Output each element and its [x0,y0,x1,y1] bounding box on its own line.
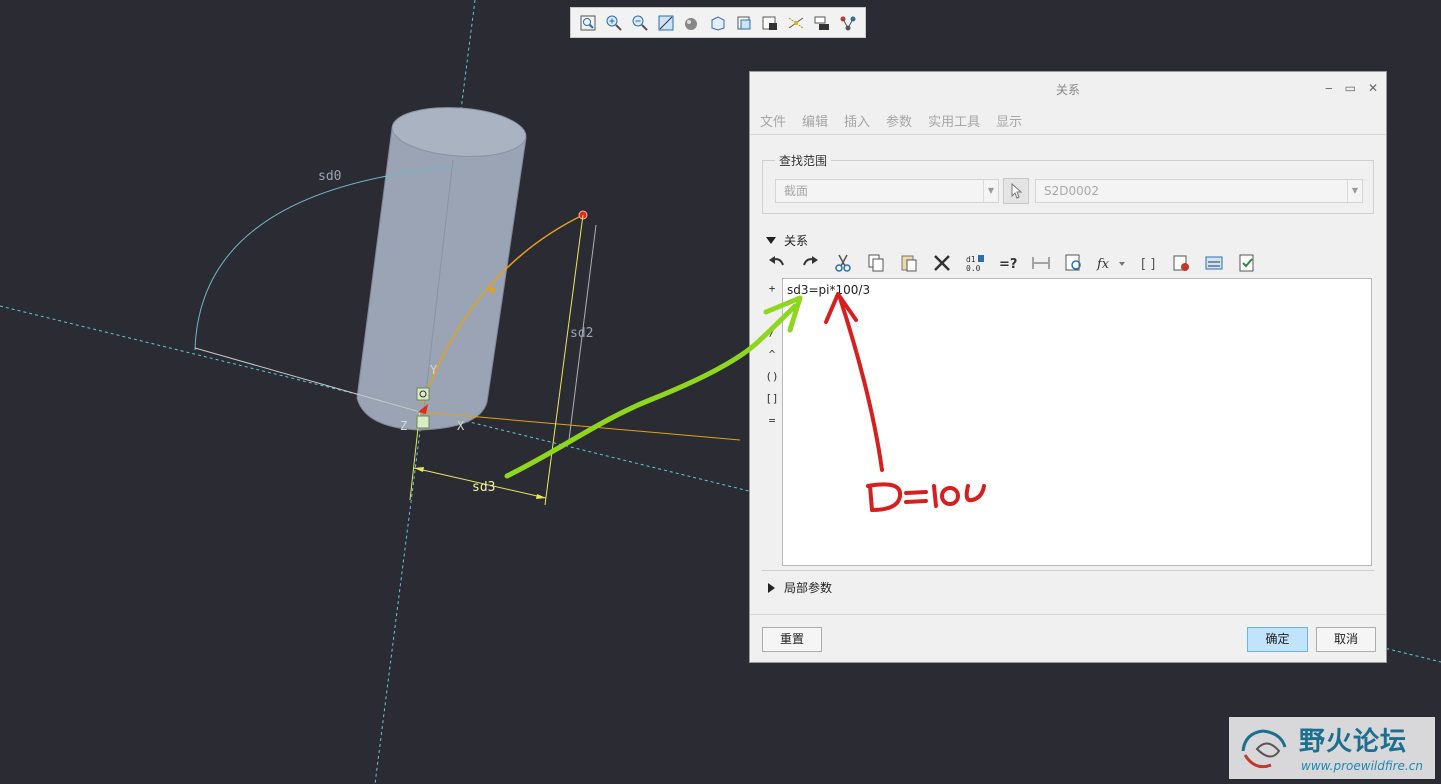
display-style-icon[interactable] [681,12,703,34]
forum-logo-icon [1241,729,1287,769]
lookin-type-select[interactable]: 截面 ▼ [775,179,999,203]
relations-editor[interactable]: sd3=pi*100/3 [782,278,1372,566]
axis-label-z: Z [400,419,407,433]
expand-triangle-icon [768,582,775,593]
cut-icon[interactable] [830,250,856,276]
section-divider [762,570,1374,571]
lookin-label: 查找范围 [775,152,832,169]
local-params-label: 局部参数 [784,581,833,595]
svg-text:d1: d1 [966,255,976,264]
watermark: 野火论坛 www.proewildfire.cn [1229,717,1435,779]
undo-icon[interactable] [764,250,790,276]
sort-icon[interactable]: d1 0.0 [962,250,988,276]
operator-brackets[interactable]: [] [764,388,780,410]
menu-file[interactable]: 文件 [760,111,786,130]
svg-text:[ ]: [ ] [1141,257,1155,272]
baseline-line [421,411,741,441]
sd2-label[interactable]: sd2 [570,326,593,341]
axis-label-y: Y [430,363,438,377]
spin-center-icon[interactable] [837,12,859,34]
lookin-group: 查找范围 截面 ▼ S2D0002 ▼ [762,152,1374,214]
chevron-down-icon: ▼ [983,180,998,202]
relations-section-toggle[interactable]: 关系 [766,232,808,249]
lookin-type-value: 截面 [784,184,809,198]
operator-minus[interactable]: - [764,300,780,322]
refit-icon[interactable] [655,12,677,34]
relations-toolbar: d1 0.0 =? fx [ ] [764,250,1260,276]
dialog-title: 关系 [1055,82,1080,97]
units-icon[interactable] [1201,250,1227,276]
datum-display-icon[interactable] [785,12,807,34]
relations-section-label: 关系 [784,234,809,248]
menu-bar: 文件 编辑 插入 参数 实用工具 显示 [750,106,1386,135]
function-icon[interactable]: fx [1094,250,1128,276]
layer-icon[interactable] [759,12,781,34]
dialog-titlebar[interactable]: 关系 ‒ ▭ ✕ [750,72,1386,106]
minimize-button[interactable]: ‒ [1325,81,1333,95]
collapse-triangle-icon [766,236,776,244]
chevron-down-icon: ▼ [1347,180,1362,202]
copy-icon[interactable] [863,250,889,276]
sd3-label[interactable]: sd3 [472,480,495,495]
menu-insert[interactable]: 插入 [844,111,870,130]
insert-from-list-icon[interactable] [1061,250,1087,276]
graphics-toolbar [570,7,866,38]
annotation-display-icon[interactable] [811,12,833,34]
operator-parentheses[interactable]: () [764,366,780,388]
menu-edit[interactable]: 编辑 [802,111,828,130]
menu-parameters[interactable]: 参数 [886,111,912,130]
cylinder-model[interactable] [356,103,528,431]
show-dimension-icon[interactable] [1028,250,1054,276]
menu-utilities[interactable]: 实用工具 [928,111,980,130]
evaluate-icon[interactable]: =? [995,250,1021,276]
svg-text:=?: =? [999,257,1017,272]
parentheses-icon[interactable]: [ ] [1135,250,1161,276]
operator-column: + - / ^ () [] = [764,278,780,432]
zoom-out-icon[interactable] [629,12,651,34]
operator-plus[interactable]: + [764,278,780,300]
svg-text:fx: fx [1096,257,1110,272]
redo-icon[interactable] [797,250,823,276]
lookin-feature-value: S2D0002 [1044,184,1100,198]
cursor-arrow-icon [1011,183,1023,199]
paste-icon[interactable] [896,250,922,276]
footer-divider [750,614,1386,615]
maximize-button[interactable]: ▭ [1345,81,1356,95]
svg-text:0.0: 0.0 [966,264,981,273]
operator-divide[interactable]: / [764,322,780,344]
view-orient-icon[interactable] [733,12,755,34]
zoom-window-icon[interactable] [577,12,599,34]
watermark-url: www.proewildfire.cn [1301,759,1423,773]
zoom-in-icon[interactable] [603,12,625,34]
delete-icon[interactable] [929,250,955,276]
check-icon[interactable] [1234,250,1260,276]
axis-label-x: X [457,419,465,433]
select-arrow-button[interactable] [1003,178,1029,204]
menu-show[interactable]: 显示 [996,111,1022,130]
watermark-title: 野火论坛 [1299,727,1408,757]
verify-icon[interactable] [1168,250,1194,276]
relation-line[interactable]: sd3=pi*100/3 [787,283,1367,297]
operator-power[interactable]: ^ [764,344,780,366]
lookin-feature-select[interactable]: S2D0002 ▼ [1035,179,1363,203]
sd0-label[interactable]: sd0 [318,169,341,184]
cancel-button[interactable]: 取消 [1316,627,1376,652]
ok-button[interactable]: 确定 [1247,627,1308,652]
reset-button[interactable]: 重置 [762,627,822,652]
operator-equals[interactable]: = [764,410,780,432]
close-button[interactable]: ✕ [1368,81,1378,95]
sd2-extension-line [544,214,584,506]
curve-midpoint[interactable] [489,287,495,293]
local-params-toggle[interactable]: 局部参数 [768,579,832,596]
saved-views-icon[interactable] [707,12,729,34]
relations-dialog: 关系 ‒ ▭ ✕ 文件 编辑 插入 参数 实用工具 显示 查找范围 截面 ▼ S… [749,71,1387,663]
